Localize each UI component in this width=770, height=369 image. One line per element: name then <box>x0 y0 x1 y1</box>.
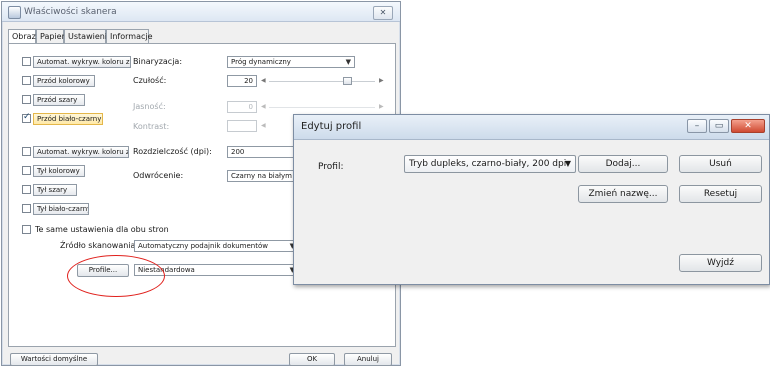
resolution-dropdown[interactable]: 200 <box>227 146 297 158</box>
binarization-label: Binaryzacja: <box>133 57 183 66</box>
reset-profile-button[interactable]: Resetuj <box>679 185 762 203</box>
back-gray-checkbox[interactable] <box>22 185 31 194</box>
scan-source-label: Źródło skanowania: <box>60 241 139 250</box>
dialog-title-bar: Edytuj profil – ▭ ✕ <box>294 115 769 140</box>
invert-label: Odwrócenie: <box>133 171 184 180</box>
title-bar: Właściwości skanera ✕ <box>2 2 400 22</box>
slider-right-arrow-icon: ▶ <box>379 103 384 110</box>
front-bw-checkbox[interactable] <box>22 112 31 123</box>
back-auto-color-checkbox[interactable] <box>22 147 31 156</box>
slider-left-arrow-icon[interactable]: ◀ <box>261 77 266 84</box>
close-button[interactable]: ✕ <box>373 6 393 20</box>
defaults-button[interactable]: Wartości domyślne <box>10 353 98 366</box>
brightness-input: 0 <box>227 101 257 113</box>
minimize-button[interactable]: – <box>687 119 707 133</box>
back-auto-color-option[interactable]: Automat. wykryw. koloru z tyłu <box>33 146 129 158</box>
binarization-value: Próg dynamiczny <box>231 58 291 66</box>
slider-left-arrow-icon: ◀ <box>261 122 266 129</box>
edit-profile-dialog: Edytuj profil – ▭ ✕ Profil: Tryb dupleks… <box>293 114 770 285</box>
dialog-close-button[interactable]: ✕ <box>731 119 765 133</box>
front-gray-option[interactable]: Przód szary <box>33 94 85 106</box>
sensitivity-label: Czułość: <box>133 76 167 85</box>
brightness-label: Jasność: <box>133 102 166 111</box>
dialog-title: Edytuj profil <box>301 121 362 132</box>
sensitivity-slider-thumb[interactable] <box>343 77 352 85</box>
same-settings-label: Te same ustawienia dla obu stron <box>35 225 169 234</box>
resolution-label: Rozdzielczość (dpi): <box>133 147 212 156</box>
ok-button[interactable]: OK <box>289 353 335 366</box>
profile-label: Profil: <box>318 162 344 172</box>
contrast-label: Kontrast: <box>133 122 170 131</box>
slider-right-arrow-icon[interactable]: ▶ <box>379 77 384 84</box>
scanner-app-icon <box>8 6 21 19</box>
tab-ustawienie[interactable]: Ustawienie <box>64 29 112 43</box>
annotation-circle <box>67 255 165 297</box>
sensitivity-input[interactable]: 20 <box>227 75 257 87</box>
binarization-dropdown[interactable]: Próg dynamiczny ▼ <box>227 56 355 68</box>
back-color-option[interactable]: Tył kolorowy <box>33 165 85 177</box>
chevron-down-icon: ▼ <box>345 58 351 66</box>
rename-profile-button[interactable]: Zmień nazwę... <box>578 185 668 203</box>
brightness-slider-track <box>269 107 375 108</box>
tab-papier[interactable]: Papier <box>36 29 65 43</box>
chevron-down-icon: ▼ <box>564 159 571 168</box>
front-bw-option[interactable]: Przód biało-czarny <box>33 113 103 125</box>
front-color-checkbox[interactable] <box>22 76 31 85</box>
front-color-option[interactable]: Przód kolorowy <box>33 75 95 87</box>
tab-obraz[interactable]: Obraz <box>8 29 36 44</box>
scan-source-dropdown[interactable]: Automatyczny podajnik dokumentów ▼ <box>134 240 299 252</box>
tab-informacje[interactable]: Informacje <box>106 29 153 43</box>
contrast-input <box>227 120 257 132</box>
profile-combobox[interactable]: Tryb dupleks, czarno-biały, 200 dpi ▼ <box>404 155 576 173</box>
back-gray-option[interactable]: Tył szary <box>33 184 77 196</box>
back-bw-checkbox[interactable] <box>22 204 31 213</box>
front-auto-color-option[interactable]: Automat. wykryw. koloru z prz <box>33 56 131 68</box>
delete-profile-button[interactable]: Usuń <box>679 155 762 173</box>
maximize-button[interactable]: ▭ <box>709 119 729 133</box>
profile-combobox-value: Tryb dupleks, czarno-biały, 200 dpi <box>409 159 567 169</box>
sensitivity-slider-track[interactable] <box>269 81 375 82</box>
add-profile-button[interactable]: Dodaj... <box>578 155 668 173</box>
scan-source-value: Automatyczny podajnik dokumentów <box>138 242 268 250</box>
cancel-button[interactable]: Anuluj <box>344 353 392 366</box>
window-title: Właściwości skanera <box>24 7 117 17</box>
slider-left-arrow-icon: ◀ <box>261 103 266 110</box>
same-settings-checkbox[interactable] <box>22 225 31 234</box>
exit-button[interactable]: Wyjdź <box>679 254 762 272</box>
invert-dropdown[interactable]: Czarny na białym <box>227 170 297 182</box>
front-gray-checkbox[interactable] <box>22 95 31 104</box>
back-color-checkbox[interactable] <box>22 166 31 175</box>
front-auto-color-checkbox[interactable] <box>22 57 31 66</box>
back-bw-option[interactable]: Tył biało-czarny <box>33 203 89 215</box>
